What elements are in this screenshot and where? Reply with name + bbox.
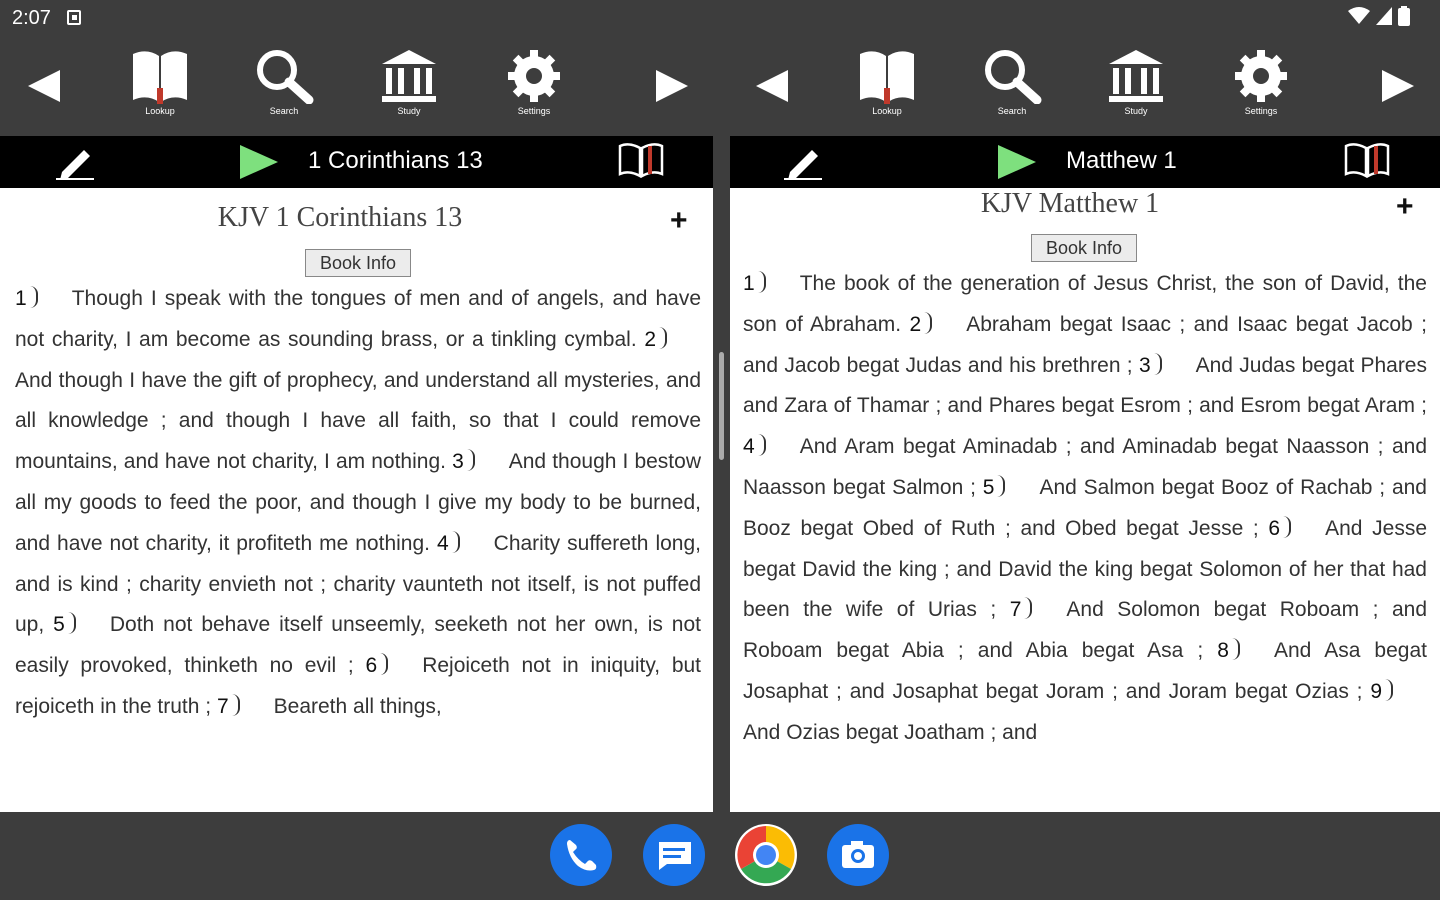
forward-arrow-icon[interactable] bbox=[652, 66, 692, 106]
chrome-icon[interactable] bbox=[735, 824, 797, 886]
left-toolbar: Lookup Search Study Settings bbox=[0, 36, 713, 136]
study-button[interactable]: Study bbox=[1096, 48, 1176, 133]
search-button[interactable]: Search bbox=[972, 48, 1052, 133]
settings-button[interactable]: Settings bbox=[494, 48, 574, 133]
lookup-label: Lookup bbox=[145, 106, 175, 116]
verse-number[interactable]: 5 bbox=[983, 468, 1006, 509]
edit-pencil-icon[interactable] bbox=[54, 144, 96, 180]
chapter-title[interactable]: Matthew 1 bbox=[1066, 147, 1177, 175]
temple-icon bbox=[1109, 50, 1163, 102]
right-toolbar: Lookup Search Study Settings bbox=[730, 36, 1440, 136]
status-time: 2:07 bbox=[12, 7, 51, 29]
temple-icon bbox=[382, 50, 436, 102]
study-label: Study bbox=[397, 106, 421, 116]
right-navbar: Matthew 1 bbox=[730, 136, 1440, 188]
add-button[interactable]: + bbox=[1396, 190, 1414, 224]
search-button[interactable]: Search bbox=[244, 48, 324, 133]
back-arrow-icon[interactable] bbox=[752, 66, 792, 106]
study-button[interactable]: Study bbox=[369, 48, 449, 133]
verse-number[interactable]: 6 bbox=[366, 646, 389, 687]
verse-number[interactable]: 3 bbox=[1139, 346, 1162, 387]
signal-icon bbox=[1376, 7, 1392, 25]
verse-number[interactable]: 6 bbox=[1268, 509, 1292, 550]
verse-text: 1 The book of the generation of Jesus Chr… bbox=[743, 264, 1427, 754]
verse-text-span: Beareth all things, bbox=[273, 694, 442, 718]
notification-icon bbox=[67, 10, 81, 25]
verse-number[interactable]: 1 bbox=[743, 264, 766, 305]
settings-button[interactable]: Settings bbox=[1221, 48, 1301, 133]
gear-icon bbox=[1235, 50, 1287, 102]
search-icon bbox=[257, 50, 314, 104]
verse-text-span: Though I speak with the tongues of men a… bbox=[15, 287, 701, 351]
play-icon[interactable] bbox=[238, 145, 280, 179]
study-label: Study bbox=[1124, 106, 1148, 116]
verse-number[interactable]: 3 bbox=[452, 442, 475, 483]
search-label: Search bbox=[997, 106, 1027, 116]
chapter-heading: KJV 1 Corinthians 13 bbox=[217, 202, 463, 233]
play-icon[interactable] bbox=[996, 145, 1038, 179]
chapter-title[interactable]: 1 Corinthians 13 bbox=[308, 147, 483, 175]
verse-number[interactable]: 2 bbox=[910, 305, 933, 346]
wifi-icon bbox=[1348, 7, 1370, 24]
status-icons bbox=[1348, 6, 1410, 26]
verse-number[interactable]: 9 bbox=[1370, 672, 1393, 713]
verse-text-span: And Ozias begat Joatham ; and bbox=[743, 720, 1038, 744]
parallel-book-icon[interactable] bbox=[1344, 142, 1390, 178]
settings-label: Settings bbox=[517, 106, 551, 116]
lookup-label: Lookup bbox=[872, 106, 902, 116]
lookup-button[interactable]: Lookup bbox=[847, 48, 927, 133]
verse-number[interactable]: 8 bbox=[1217, 631, 1240, 672]
divider-handle[interactable] bbox=[719, 352, 724, 460]
forward-arrow-icon[interactable] bbox=[1378, 66, 1418, 106]
messages-icon[interactable] bbox=[643, 824, 705, 886]
back-arrow-icon[interactable] bbox=[24, 66, 64, 106]
add-button[interactable]: + bbox=[670, 204, 688, 238]
book-icon bbox=[860, 51, 914, 104]
verse-number[interactable]: 7 bbox=[217, 687, 240, 728]
verse: 1 Though I speak with the tongues of men … bbox=[15, 286, 701, 351]
verse-number[interactable]: 1 bbox=[15, 279, 38, 320]
right-pane: Lookup Search Study Settings Matthew 1 K… bbox=[730, 36, 1440, 812]
search-icon bbox=[985, 50, 1042, 104]
lookup-button[interactable]: Lookup bbox=[120, 48, 200, 133]
app-dock bbox=[0, 812, 1440, 900]
book-icon bbox=[133, 51, 187, 104]
book-info-button[interactable]: Book Info bbox=[1031, 234, 1137, 262]
verse-text: 1 Though I speak with the tongues of men … bbox=[15, 279, 701, 728]
parallel-book-icon[interactable] bbox=[618, 142, 664, 178]
verse-number[interactable]: 7 bbox=[1010, 590, 1033, 631]
chapter-heading: KJV Matthew 1 bbox=[980, 188, 1160, 219]
gear-icon bbox=[508, 50, 560, 102]
settings-label: Settings bbox=[1244, 106, 1278, 116]
battery-icon bbox=[1398, 6, 1410, 26]
camera-icon[interactable] bbox=[827, 824, 889, 886]
search-label: Search bbox=[269, 106, 299, 116]
left-navbar: 1 Corinthians 13 bbox=[0, 136, 713, 188]
verse-number[interactable]: 2 bbox=[644, 320, 667, 361]
book-info-button[interactable]: Book Info bbox=[305, 249, 411, 277]
verse-number[interactable]: 4 bbox=[743, 427, 766, 468]
verse: 7 Beareth all things, bbox=[217, 693, 442, 718]
phone-icon[interactable] bbox=[550, 824, 612, 886]
verse-number[interactable]: 4 bbox=[437, 524, 460, 565]
verse-number[interactable]: 5 bbox=[53, 605, 76, 646]
left-pane: Lookup Search Study Settings 1 Corinthia… bbox=[0, 36, 713, 812]
edit-pencil-icon[interactable] bbox=[782, 144, 824, 180]
